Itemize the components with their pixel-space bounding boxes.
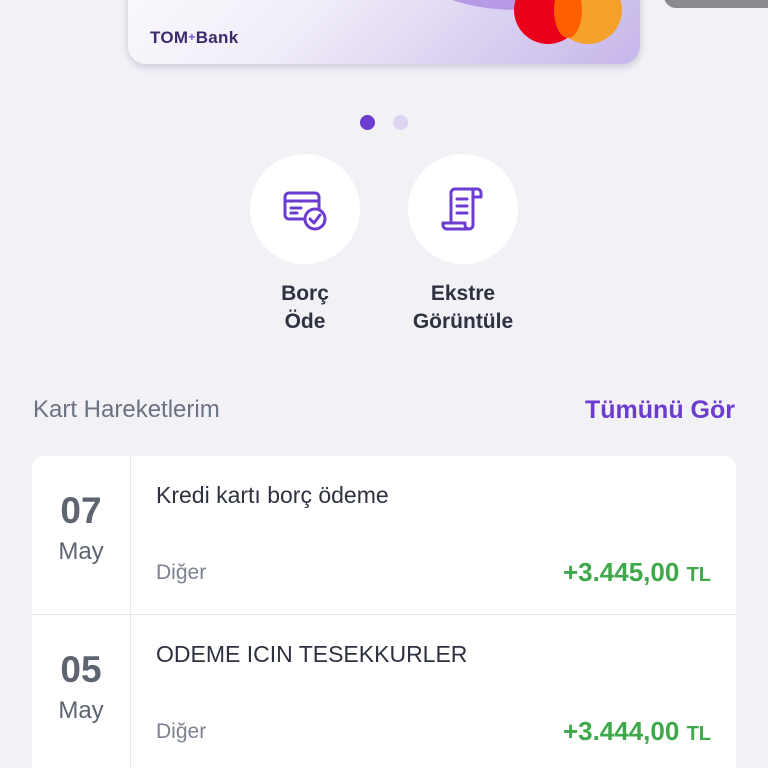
receipt-scroll-icon <box>441 187 483 231</box>
pagination-dot[interactable] <box>393 115 408 130</box>
credit-card[interactable]: TOM+Bank <box>128 0 640 64</box>
view-statement-action[interactable]: Ekstre Görüntüle <box>388 154 538 336</box>
transaction-date: 07 May <box>32 456 131 614</box>
overlay-pill <box>664 0 768 8</box>
pay-debt-label: Borç Öde <box>281 282 329 333</box>
mastercard-logo <box>514 0 626 44</box>
view-statement-label: Ekstre Görüntüle <box>412 282 514 333</box>
pay-debt-button[interactable] <box>250 154 360 264</box>
transaction-body: ODEME ICIN TESEKKURLER Diğer +3.444,00 T… <box>131 615 736 768</box>
transaction-list: 07 May Kredi kartı borç ödeme Diğer +3.4… <box>32 456 736 768</box>
see-all-link[interactable]: Tümünü Gör <box>585 396 735 425</box>
transaction-category: Diğer <box>156 561 207 584</box>
transaction-month: May <box>58 697 104 724</box>
transaction-month: May <box>58 538 104 565</box>
card-check-icon <box>283 191 327 231</box>
section-title: Kart Hareketlerim <box>33 396 220 423</box>
transaction-body: Kredi kartı borç ödeme Diğer +3.445,00 T… <box>131 456 736 614</box>
card-pagination <box>360 115 408 130</box>
transaction-amount: +3.445,00 TL <box>562 557 711 587</box>
bank-logo: TOM+Bank <box>150 28 239 47</box>
transaction-row[interactable]: 07 May Kredi kartı borç ödeme Diğer +3.4… <box>32 456 736 615</box>
transaction-day: 07 <box>60 490 102 531</box>
transaction-title: ODEME ICIN TESEKKURLER <box>156 641 468 667</box>
transaction-title: Kredi kartı borç ödeme <box>156 482 389 508</box>
transaction-amount: +3.444,00 TL <box>562 716 711 746</box>
transaction-row[interactable]: 05 May ODEME ICIN TESEKKURLER Diğer +3.4… <box>32 615 736 768</box>
transaction-day: 05 <box>60 649 102 690</box>
transaction-date: 05 May <box>32 615 131 768</box>
transaction-category: Diğer <box>156 720 207 743</box>
pagination-dot-active[interactable] <box>360 115 375 130</box>
view-statement-button[interactable] <box>408 154 518 264</box>
pay-debt-action[interactable]: Borç Öde <box>230 154 380 336</box>
